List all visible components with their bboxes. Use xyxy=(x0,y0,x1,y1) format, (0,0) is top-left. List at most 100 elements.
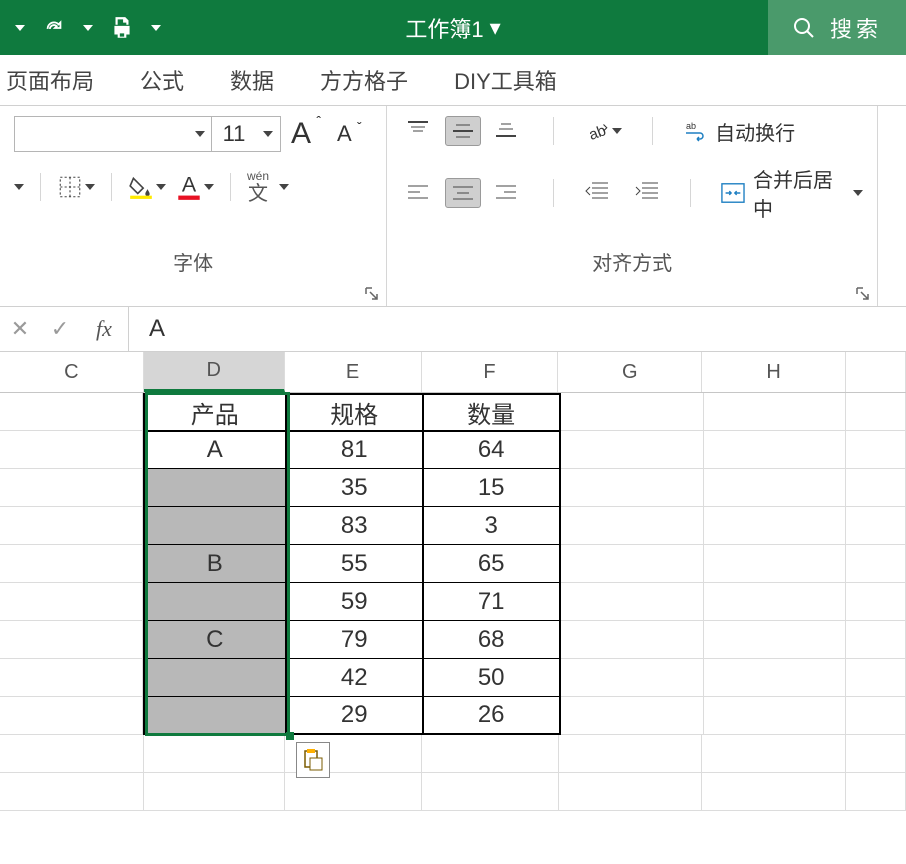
cell[interactable] xyxy=(702,735,846,773)
decrease-font-button[interactable]: Aˇ xyxy=(337,121,352,147)
cell[interactable] xyxy=(846,621,906,659)
paste-options-button[interactable] xyxy=(296,742,330,778)
align-right-button[interactable] xyxy=(489,178,523,206)
cell[interactable] xyxy=(143,659,287,697)
tab-data[interactable]: 数据 xyxy=(230,64,274,96)
cell[interactable]: 81 xyxy=(287,431,424,469)
cell[interactable]: B xyxy=(143,545,287,583)
cell[interactable] xyxy=(561,469,704,507)
tab-formulas[interactable]: 公式 xyxy=(140,64,184,96)
cell[interactable] xyxy=(144,735,286,773)
cell[interactable] xyxy=(0,469,143,507)
align-left-button[interactable] xyxy=(401,178,435,206)
cell[interactable] xyxy=(704,545,847,583)
document-title[interactable]: 工作簿1 ▾ xyxy=(405,12,500,44)
cell[interactable]: 3 xyxy=(424,507,561,545)
col-header-d[interactable]: D xyxy=(144,352,285,392)
font-size-combo[interactable]: 11 xyxy=(14,116,281,152)
cell[interactable] xyxy=(0,507,143,545)
cell[interactable]: 71 xyxy=(424,583,561,621)
align-middle-button[interactable] xyxy=(445,116,481,146)
chevron-down-icon[interactable] xyxy=(14,184,24,190)
formula-input[interactable]: A xyxy=(129,315,906,343)
cancel-edit-button[interactable]: ✕ xyxy=(0,316,40,342)
cell[interactable] xyxy=(846,393,906,431)
cell[interactable]: 数量 xyxy=(424,393,561,431)
cell[interactable] xyxy=(704,507,847,545)
cell[interactable] xyxy=(704,393,847,431)
increase-indent-button[interactable] xyxy=(634,180,660,207)
cell[interactable] xyxy=(422,735,559,773)
cell[interactable]: C xyxy=(143,621,287,659)
orientation-button[interactable]: ab xyxy=(584,118,622,144)
cell[interactable]: 26 xyxy=(424,697,561,735)
cell[interactable] xyxy=(846,507,906,545)
print-button[interactable] xyxy=(108,14,136,42)
cell[interactable]: 79 xyxy=(287,621,424,659)
cell[interactable] xyxy=(561,697,704,735)
cell[interactable] xyxy=(0,393,143,431)
cell[interactable] xyxy=(422,773,559,811)
font-color-button[interactable]: A xyxy=(176,172,214,202)
wrap-text-button[interactable]: ab 自动换行 xyxy=(683,117,795,146)
cell[interactable] xyxy=(846,469,906,507)
chevron-down-icon[interactable] xyxy=(279,184,289,190)
cell[interactable] xyxy=(559,735,703,773)
fill-color-button[interactable] xyxy=(128,174,166,200)
cell[interactable] xyxy=(704,431,847,469)
decrease-indent-button[interactable] xyxy=(584,180,610,207)
col-header-g[interactable]: G xyxy=(558,352,702,392)
cell[interactable] xyxy=(143,507,287,545)
align-center-button[interactable] xyxy=(445,178,481,208)
tab-diy-toolbox[interactable]: DIY工具箱 xyxy=(454,64,557,96)
col-header-h[interactable]: H xyxy=(702,352,846,392)
font-dialog-launcher[interactable] xyxy=(364,286,380,302)
col-header-c[interactable]: C xyxy=(0,352,144,392)
selection-fill-handle[interactable] xyxy=(286,732,294,740)
align-dialog-launcher[interactable] xyxy=(855,286,871,302)
font-size-value[interactable]: 11 xyxy=(212,121,256,147)
cell[interactable] xyxy=(704,621,847,659)
cell[interactable] xyxy=(0,735,144,773)
tab-page-layout[interactable]: 页面布局 xyxy=(6,64,94,96)
cell[interactable]: 35 xyxy=(287,469,424,507)
cell[interactable] xyxy=(143,697,287,735)
cell[interactable] xyxy=(143,583,287,621)
cell[interactable] xyxy=(704,697,847,735)
cell[interactable] xyxy=(846,545,906,583)
col-header-e[interactable]: E xyxy=(285,352,422,392)
cell[interactable] xyxy=(561,621,704,659)
align-top-button[interactable] xyxy=(401,116,435,144)
cell[interactable] xyxy=(0,773,144,811)
cell[interactable] xyxy=(846,583,906,621)
confirm-edit-button[interactable]: ✓ xyxy=(40,316,80,342)
tab-fangfang[interactable]: 方方格子 xyxy=(320,64,408,96)
cell[interactable] xyxy=(846,697,906,735)
cell[interactable] xyxy=(846,431,906,469)
cell[interactable] xyxy=(846,773,906,811)
cell[interactable] xyxy=(704,659,847,697)
cell[interactable]: A xyxy=(143,431,287,469)
cell[interactable] xyxy=(561,583,704,621)
cell[interactable] xyxy=(0,659,143,697)
spreadsheet-grid[interactable]: C D E F G H 产品 规格 数量 A 81 64 xyxy=(0,352,906,811)
cell[interactable] xyxy=(0,621,143,659)
redo-button[interactable] xyxy=(40,14,68,42)
cell[interactable]: 产品 xyxy=(143,393,287,431)
align-bottom-button[interactable] xyxy=(489,116,523,144)
cell[interactable] xyxy=(704,583,847,621)
cell[interactable] xyxy=(0,431,143,469)
borders-button[interactable] xyxy=(57,174,95,200)
cell[interactable] xyxy=(704,469,847,507)
cell[interactable] xyxy=(702,773,846,811)
cell[interactable] xyxy=(143,469,287,507)
cell[interactable] xyxy=(559,773,703,811)
undo-button[interactable] xyxy=(6,14,34,42)
search-box[interactable]: 搜索 xyxy=(768,0,906,55)
increase-font-button[interactable]: Aˆ xyxy=(291,117,311,151)
cell[interactable] xyxy=(144,773,286,811)
font-size-dropdown[interactable] xyxy=(256,131,280,137)
cell[interactable]: 42 xyxy=(287,659,424,697)
cell[interactable] xyxy=(561,393,704,431)
cell[interactable] xyxy=(0,583,143,621)
